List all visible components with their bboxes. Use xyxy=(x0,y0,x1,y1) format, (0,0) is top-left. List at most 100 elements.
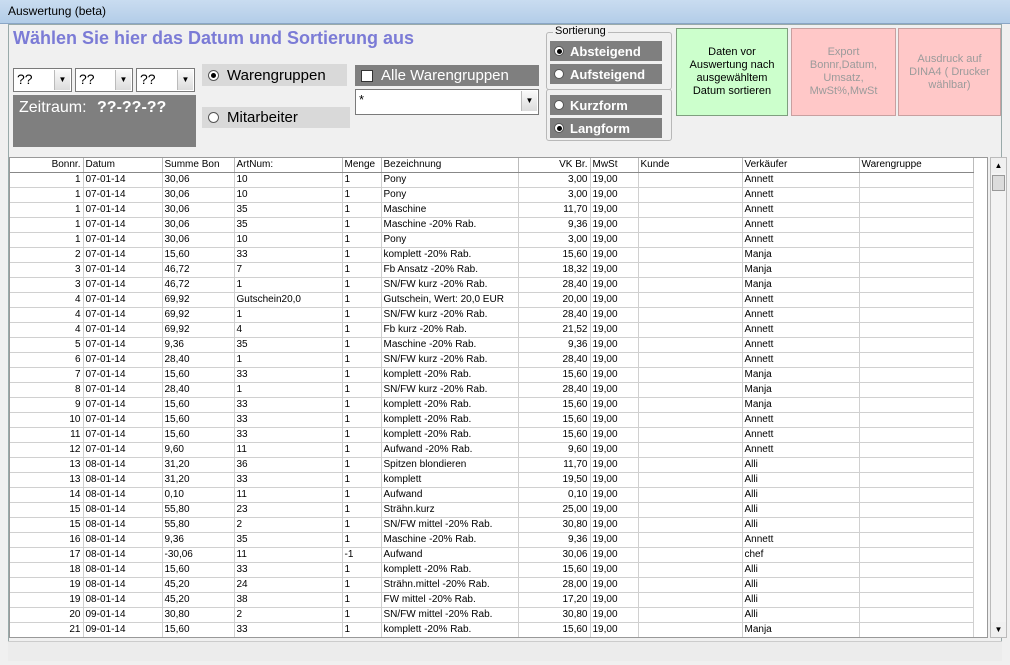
table-cell: 12 xyxy=(10,442,84,458)
table-row[interactable]: 1 07-01-14 30,06 35 1 Maschine 11,70 19,00 Annet… xyxy=(10,202,974,218)
table-row[interactable]: 1 07-01-14 30,06 10 1 Pony 3,00 19,00 Annett xyxy=(10,232,974,248)
table-row[interactable]: 15 08-01-14 55,80 2 1 SN/FW mittel -20% Rab. 3… xyxy=(10,517,974,533)
month-select[interactable]: ?? ▼ xyxy=(75,68,133,92)
langform-label: Langform xyxy=(570,120,630,136)
table-cell: 08-01-14 xyxy=(83,562,163,578)
radio-unselected-icon[interactable] xyxy=(554,69,564,79)
table-row[interactable]: 8 07-01-14 28,40 1 1 SN/FW kurz -20% Rab. 28,4… xyxy=(10,382,974,398)
table-row[interactable]: 4 07-01-14 69,92 Gutschein20,0 1 Gutschein, W… xyxy=(10,292,974,308)
table-cell: SN/FW mittel -20% Rab. xyxy=(381,517,519,533)
scroll-down-icon[interactable]: ▼ xyxy=(991,622,1006,637)
data-grid[interactable]: Bonnr. Datum Summe Bon ArtNum: Menge Bezeichn… xyxy=(9,157,988,638)
table-row[interactable]: 4 07-01-14 69,92 4 1 Fb kurz -20% Rab. 21,52 19… xyxy=(10,322,974,338)
table-row[interactable]: 18 08-01-14 15,60 33 1 komplett -20% Rab. 15,6… xyxy=(10,562,974,578)
table-row[interactable]: 21 09-01-14 15,60 33 1 komplett -20% Rab. 15,6… xyxy=(10,622,974,637)
table-row[interactable]: 19 08-01-14 45,20 24 1 Strähn.mittel -20% Rab… xyxy=(10,577,974,593)
radio-mitarbeiter[interactable]: Mitarbeiter xyxy=(202,107,350,128)
table-cell: 1 xyxy=(342,232,382,248)
table-row[interactable]: 20 09-01-14 30,80 2 1 SN/FW mittel -20% Rab. 3… xyxy=(10,607,974,623)
column-header[interactable]: MwSt xyxy=(590,158,639,173)
day-select[interactable]: ?? ▼ xyxy=(13,68,72,92)
radio-unselected-icon[interactable] xyxy=(554,100,564,110)
table-row[interactable]: 4 07-01-14 69,92 1 1 SN/FW kurz -20% Rab. 28,4… xyxy=(10,307,974,323)
table-row[interactable]: 13 08-01-14 31,20 36 1 Spitzen blondieren 11,7… xyxy=(10,457,974,473)
radio-langform[interactable]: Langform xyxy=(550,118,662,138)
chevron-down-icon[interactable]: ▼ xyxy=(54,70,70,90)
table-row[interactable]: 7 07-01-14 15,60 33 1 komplett -20% Rab. 15,60… xyxy=(10,367,974,383)
table-cell: 1 xyxy=(342,382,382,398)
column-header[interactable]: VK Br. xyxy=(518,158,591,173)
vertical-scrollbar[interactable]: ▲ ▼ xyxy=(990,157,1007,638)
chevron-down-icon[interactable]: ▼ xyxy=(115,70,131,90)
column-header[interactable]: ArtNum: xyxy=(234,158,343,173)
radio-absteigend[interactable]: Absteigend xyxy=(550,41,662,61)
table-cell: SN/FW kurz -20% Rab. xyxy=(381,382,519,398)
table-row[interactable]: 10 07-01-14 15,60 33 1 komplett -20% Rab. 15,6… xyxy=(10,412,974,428)
table-row[interactable]: 13 08-01-14 31,20 33 1 komplett 19,50 19,00 Alli xyxy=(10,472,974,488)
table-cell: 30,80 xyxy=(162,607,235,623)
column-header[interactable]: Verkäufer xyxy=(742,158,860,173)
table-cell: -1 xyxy=(342,547,382,563)
column-header[interactable]: Bezeichnung xyxy=(381,158,519,173)
table-cell: Annett xyxy=(742,427,860,443)
table-row[interactable]: 11 07-01-14 15,60 33 1 komplett -20% Rab. 15,6… xyxy=(10,427,974,443)
table-row[interactable]: 1 07-01-14 30,06 35 1 Maschine -20% Rab. 9,36 1… xyxy=(10,217,974,233)
sort-data-button[interactable]: Daten vor Auswertung nach ausgewähltem D… xyxy=(676,28,788,116)
export-button[interactable]: Export Bonnr,Datum, Umsatz, MwSt%,MwSt xyxy=(791,28,896,116)
table-row[interactable]: 5 07-01-14 9,36 35 1 Maschine -20% Rab. 9,36 19… xyxy=(10,337,974,353)
group-select[interactable]: * ▼ xyxy=(355,89,539,115)
table-cell: komplett -20% Rab. xyxy=(381,622,519,637)
print-button[interactable]: Ausdruck auf DINA4 ( Drucker wählbar) xyxy=(898,28,1001,116)
scroll-thumb[interactable] xyxy=(992,175,1005,191)
table-cell xyxy=(859,472,974,488)
radio-unselected-icon[interactable] xyxy=(208,112,219,123)
radio-aufsteigend[interactable]: Aufsteigend xyxy=(550,64,662,84)
table-row[interactable]: 17 08-01-14 -30,06 11 -1 Aufwand 30,06 19,00 che… xyxy=(10,547,974,563)
column-header[interactable]: Summe Bon xyxy=(162,158,235,173)
table-cell xyxy=(638,607,743,623)
column-header[interactable]: Datum xyxy=(83,158,163,173)
radio-selected-icon[interactable] xyxy=(208,69,219,81)
radio-selected-icon[interactable] xyxy=(554,123,564,133)
column-header[interactable]: Menge xyxy=(342,158,382,173)
table-cell: FW mittel -20% Rab. xyxy=(381,592,519,608)
chevron-down-icon[interactable]: ▼ xyxy=(521,91,537,111)
radio-selected-icon[interactable] xyxy=(554,46,564,56)
chevron-down-icon[interactable]: ▼ xyxy=(177,70,193,90)
checkbox-alle-warengruppen[interactable]: Alle Warengruppen xyxy=(355,65,539,86)
radio-warengruppen[interactable]: Warengruppen xyxy=(202,64,347,86)
sort-group: Sortierung Absteigend Aufsteigend xyxy=(546,25,672,90)
table-row[interactable]: 15 08-01-14 55,80 23 1 Strähn.kurz 25,00 19,00 A… xyxy=(10,502,974,518)
table-cell xyxy=(638,262,743,278)
date-range-label: Zeitraum: xyxy=(19,99,87,116)
table-cell: Aufwand xyxy=(381,487,519,503)
table-row[interactable]: 3 07-01-14 46,72 1 1 SN/FW kurz -20% Rab. 28,4… xyxy=(10,277,974,293)
table-row[interactable]: 9 07-01-14 15,60 33 1 komplett -20% Rab. 15,60… xyxy=(10,397,974,413)
table-row[interactable]: 16 08-01-14 9,36 35 1 Maschine -20% Rab. 9,36 1… xyxy=(10,532,974,548)
table-row[interactable]: 2 07-01-14 15,60 33 1 komplett -20% Rab. 15,60… xyxy=(10,247,974,263)
column-header[interactable]: Kunde xyxy=(638,158,743,173)
table-row[interactable]: 3 07-01-14 46,72 7 1 Fb Ansatz -20% Rab. 18,32… xyxy=(10,262,974,278)
year-select[interactable]: ?? ▼ xyxy=(136,68,195,92)
table-row[interactable]: 6 07-01-14 28,40 1 1 SN/FW kurz -20% Rab. 28,4… xyxy=(10,352,974,368)
table-row[interactable]: 14 08-01-14 0,10 11 1 Aufwand 0,10 19,00 Alli xyxy=(10,487,974,503)
scroll-up-icon[interactable]: ▲ xyxy=(991,158,1006,173)
table-row[interactable]: 12 07-01-14 9,60 11 1 Aufwand -20% Rab. 9,60 19… xyxy=(10,442,974,458)
column-header[interactable]: Bonnr. xyxy=(10,158,84,173)
column-header[interactable]: Warengruppe xyxy=(859,158,974,173)
table-cell: 28,40 xyxy=(162,352,235,368)
table-cell: 15,60 xyxy=(162,622,235,637)
table-cell: 11 xyxy=(10,427,84,443)
table-cell xyxy=(638,547,743,563)
checkbox-icon[interactable] xyxy=(361,69,373,82)
table-cell: Strähn.kurz xyxy=(381,502,519,518)
radio-kurzform[interactable]: Kurzform xyxy=(550,95,662,115)
print-button-label: Ausdruck auf DINA4 ( Drucker wählbar) xyxy=(909,52,990,91)
table-row[interactable]: 1 07-01-14 30,06 10 1 Pony 3,00 19,00 Annett xyxy=(10,187,974,203)
table-cell xyxy=(638,217,743,233)
table-row[interactable]: 19 08-01-14 45,20 38 1 FW mittel -20% Rab. 17,… xyxy=(10,592,974,608)
table-row[interactable]: 1 07-01-14 30,06 10 1 Pony 3,00 19,00 Annett xyxy=(10,172,974,188)
table-cell: 07-01-14 xyxy=(83,322,163,338)
table-cell: Annett xyxy=(742,322,860,338)
table-cell: 33 xyxy=(234,247,343,263)
